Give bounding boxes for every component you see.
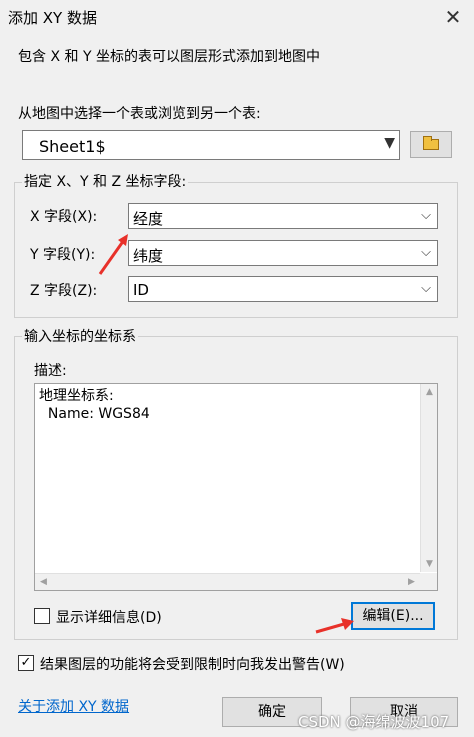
- z-field-label: Z 字段(Z):: [30, 283, 98, 299]
- scroll-left-icon[interactable]: ◀: [35, 577, 52, 587]
- x-field-label: X 字段(X):: [30, 209, 98, 225]
- z-field-value: ID: [133, 281, 149, 299]
- annotation-arrow-shaft: [315, 622, 345, 634]
- table-select-value: Sheet1$: [39, 137, 106, 156]
- window-title: 添加 XY 数据: [8, 9, 97, 27]
- fields-group-title: 指定 X、Y 和 Z 坐标字段:: [22, 171, 189, 191]
- warn-label: 结果图层的功能将会受到限制时向我发出警告(W): [40, 657, 345, 673]
- close-icon[interactable]: ✕: [440, 4, 466, 30]
- intro-text: 包含 X 和 Y 坐标的表可以图层形式添加到地图中: [18, 49, 320, 65]
- x-field-dropdown[interactable]: 经度 ⌵: [128, 203, 438, 229]
- show-details-label: 显示详细信息(D): [56, 610, 162, 626]
- chevron-down-icon: ▼: [384, 135, 395, 151]
- y-field-value: 纬度: [133, 247, 164, 265]
- annotation-arrow-icon: [98, 234, 128, 275]
- z-field-dropdown[interactable]: ID ⌵: [128, 276, 438, 302]
- vertical-scrollbar[interactable]: ▲ ▼: [420, 384, 437, 572]
- annotation-arrow-icon: [315, 618, 354, 634]
- description-text: 地理坐标系: Name: WGS84: [39, 388, 150, 422]
- chevron-down-icon: ⌵: [421, 281, 431, 296]
- about-link[interactable]: 关于添加 XY 数据: [18, 696, 129, 716]
- show-details-checkbox[interactable]: [34, 608, 50, 624]
- horizontal-scrollbar[interactable]: ◀ ▶: [35, 573, 420, 590]
- table-select-dropdown[interactable]: Sheet1$ ▼: [22, 130, 400, 160]
- table-select-label: 从地图中选择一个表或浏览到另一个表:: [18, 106, 261, 122]
- watermark-text: CSDN @海绵波波107: [298, 713, 450, 731]
- chevron-down-icon: ⌵: [421, 208, 431, 223]
- browse-folder-button[interactable]: [410, 131, 452, 158]
- checkmark-icon: ✓: [20, 655, 32, 670]
- scroll-down-icon[interactable]: ▼: [421, 559, 438, 569]
- edit-button[interactable]: 编辑(E)...: [351, 602, 435, 630]
- y-field-label: Y 字段(Y):: [30, 247, 96, 263]
- crs-group-title: 输入坐标的坐标系: [22, 326, 138, 346]
- folder-open-icon: [423, 136, 439, 150]
- description-label: 描述:: [34, 363, 67, 379]
- scroll-corner: [420, 573, 437, 590]
- scroll-right-icon[interactable]: ▶: [403, 577, 420, 587]
- y-field-dropdown[interactable]: 纬度 ⌵: [128, 240, 438, 266]
- x-field-value: 经度: [133, 210, 164, 228]
- scroll-up-icon[interactable]: ▲: [421, 387, 438, 397]
- warn-checkbox[interactable]: ✓: [18, 655, 34, 671]
- title-bar: 添加 XY 数据 ✕: [0, 0, 474, 34]
- description-box: 地理坐标系: Name: WGS84 ▲ ▼ ◀ ▶: [34, 383, 438, 591]
- annotation-arrow-shaft: [98, 239, 126, 275]
- chevron-down-icon: ⌵: [421, 245, 431, 260]
